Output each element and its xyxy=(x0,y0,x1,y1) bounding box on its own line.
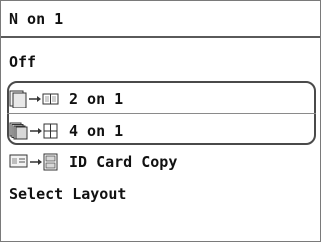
two-on-one-icon xyxy=(9,90,61,108)
menu-item-label: 2 on 1 xyxy=(69,90,124,108)
screen-title-bar: N on 1 xyxy=(1,1,320,38)
menu-item-4-on-1[interactable]: 4 on 1 xyxy=(1,116,320,146)
menu-item-off[interactable]: Off xyxy=(1,47,320,77)
menu-item-label: Off xyxy=(9,53,37,71)
id-card-copy-icon xyxy=(9,153,61,171)
menu-item-select-layout[interactable]: Select Layout xyxy=(1,179,320,209)
menu-item-label: 4 on 1 xyxy=(69,122,124,140)
menu-item-2-on-1[interactable]: 2 on 1 xyxy=(1,84,320,114)
screen-title: N on 1 xyxy=(9,9,64,28)
n-on-1-panel: N on 1 Off 2 on 1 4 on 1 ID Card Copy Se… xyxy=(0,0,321,242)
four-on-one-icon xyxy=(9,122,61,140)
menu-item-id-card-copy[interactable]: ID Card Copy xyxy=(1,147,320,177)
menu-item-label: Select Layout xyxy=(9,185,127,203)
menu-item-label: ID Card Copy xyxy=(69,153,178,171)
